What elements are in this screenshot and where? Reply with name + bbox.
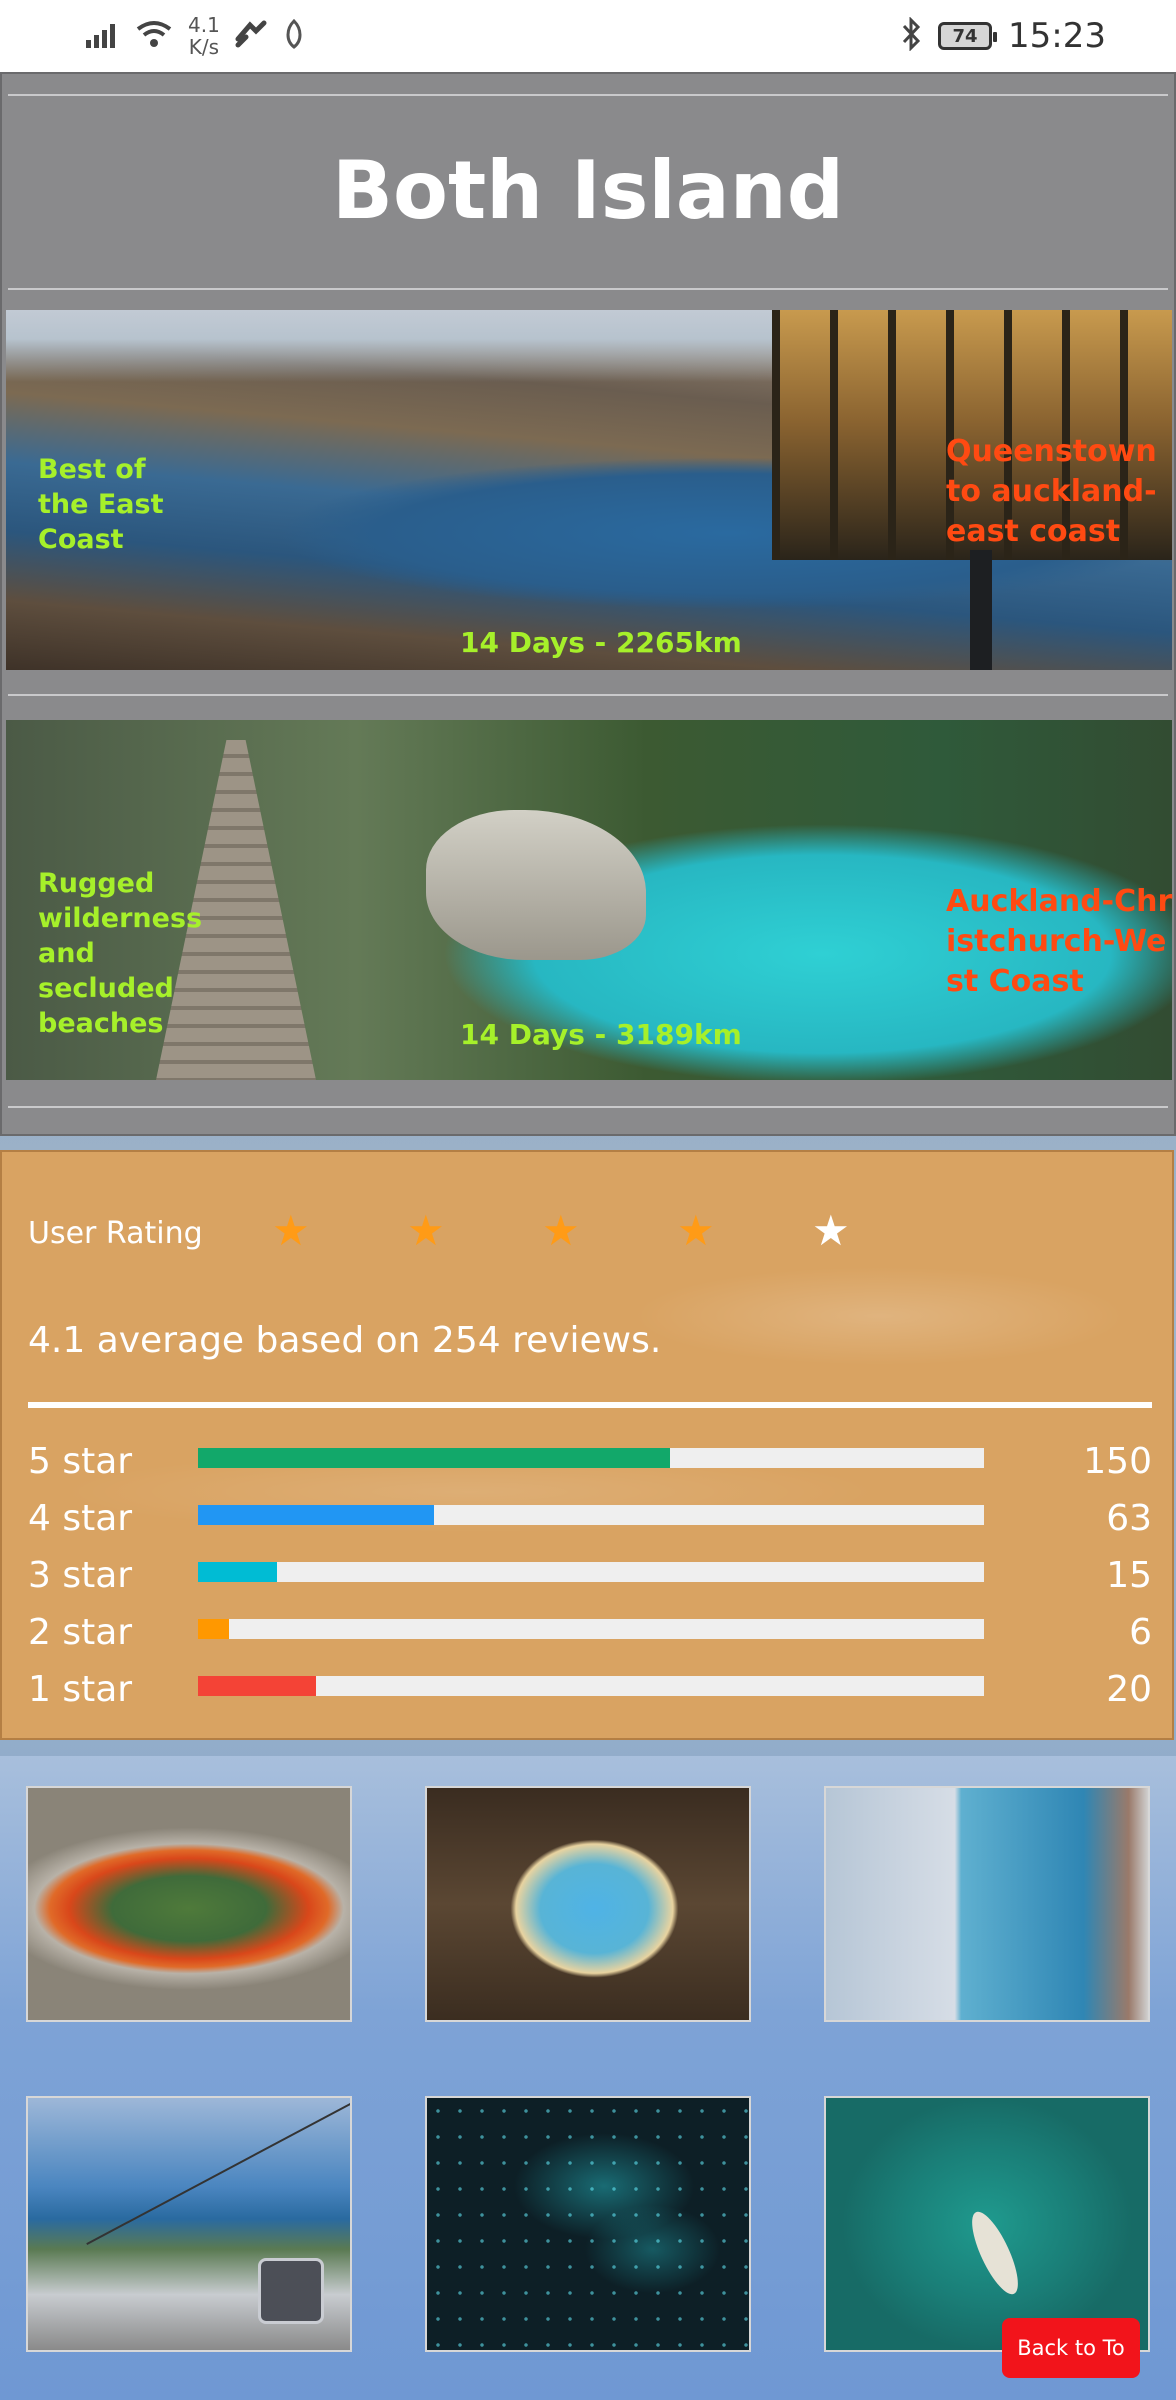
rating-bar-track <box>198 1562 984 1582</box>
gondola-cable <box>86 2098 350 2245</box>
gallery-image-glacier-hikers[interactable] <box>824 1786 1150 2022</box>
wifi-icon <box>134 19 174 53</box>
bluetooth-icon <box>900 16 922 55</box>
network-speed-value: 4.1 <box>188 13 220 37</box>
star-icon: ★ <box>542 1206 580 1255</box>
tour-1-route: Queenstown to auckland-east coast <box>946 434 1157 549</box>
rating-bar-fill <box>198 1619 230 1639</box>
rating-row-label: 3 star <box>28 1555 133 1596</box>
rating-row-2: 2 star 6 <box>28 1611 1152 1655</box>
gallery-image-kayak-lake[interactable] <box>824 2096 1150 2352</box>
rating-row-label: 4 star <box>28 1498 133 1539</box>
gallery-image-glowworm-cave[interactable] <box>425 2096 751 2352</box>
tour-1-description: Best of the East Coast <box>38 454 164 555</box>
signal-icon <box>86 20 120 52</box>
rating-row-5: 5 star 150 <box>28 1440 1152 1484</box>
rating-panel: User Rating ★ ★ ★ ★ ★ 4.1 average based … <box>0 1150 1174 1740</box>
tour-2-description: Rugged wilderness and secluded beaches <box>38 868 203 1039</box>
page-title: Both Island <box>332 144 844 237</box>
rating-bar-track <box>198 1676 984 1696</box>
rating-row-3: 3 star 15 <box>28 1554 1152 1598</box>
gallery-image-queenstown-gondola[interactable] <box>26 2096 352 2352</box>
average-rating-text: 4.1 average based on 254 reviews. <box>28 1320 662 1361</box>
gallery-image-cathedral-cove[interactable] <box>425 1786 751 2022</box>
header-divider-bottom <box>8 288 1168 290</box>
battery-icon: 74 <box>938 22 998 50</box>
status-bar: 4.1 K/s 74 15:23 <box>0 0 1176 72</box>
header-divider-top <box>8 94 1168 96</box>
rating-divider <box>28 1402 1152 1408</box>
rating-bar-track <box>198 1505 984 1525</box>
rating-row-count: 6 <box>1129 1612 1152 1653</box>
rating-row-label: 1 star <box>28 1669 133 1710</box>
app-notification-icon <box>282 18 306 53</box>
rating-bar-fill <box>198 1676 316 1696</box>
rating-bar-track <box>198 1448 984 1468</box>
tour-2-stats: 14 Days - 3189km <box>460 1018 742 1051</box>
rating-bar-track <box>198 1619 984 1639</box>
rating-row-count: 15 <box>1106 1555 1152 1596</box>
nfc-icon <box>234 19 268 53</box>
rating-bar-fill <box>198 1448 670 1468</box>
network-speed-unit: K/s <box>188 35 220 59</box>
rating-row-4: 4 star 63 <box>28 1497 1152 1541</box>
rating-row-count: 63 <box>1106 1498 1152 1539</box>
rating-row-count: 150 <box>1083 1441 1152 1482</box>
gallery-image-geothermal-pool[interactable] <box>26 1786 352 2022</box>
status-right: 74 15:23 <box>900 10 1106 62</box>
photo-gallery <box>0 1756 1176 2400</box>
kayak <box>963 2206 1027 2300</box>
rating-label: User Rating <box>28 1216 203 1251</box>
tour-1-stats: 14 Days - 2265km <box>460 626 742 659</box>
rating-row-count: 20 <box>1106 1669 1152 1710</box>
status-time: 15:23 <box>1008 16 1106 56</box>
rating-row-label: 2 star <box>28 1612 133 1653</box>
star-icon: ★ <box>812 1206 850 1255</box>
back-to-top-button[interactable]: Back to To <box>1002 2318 1140 2378</box>
tour-2-route: Auckland-Christchurch-West Coast <box>946 884 1173 999</box>
tour-1-restaurant-post <box>970 550 992 670</box>
tour-divider-2 <box>8 1106 1168 1108</box>
star-icon: ★ <box>677 1206 715 1255</box>
rating-bar-fill <box>198 1562 277 1582</box>
gondola-cabin <box>258 2258 324 2324</box>
star-icon: ★ <box>407 1206 445 1255</box>
status-left: 4.1 K/s <box>86 10 306 62</box>
star-icon: ★ <box>272 1206 310 1255</box>
rating-row-1: 1 star 20 <box>28 1668 1152 1712</box>
rating-bar-fill <box>198 1505 434 1525</box>
network-speed: 4.1 K/s <box>188 14 220 58</box>
rating-row-label: 5 star <box>28 1441 133 1482</box>
tour-divider-1 <box>8 694 1168 696</box>
